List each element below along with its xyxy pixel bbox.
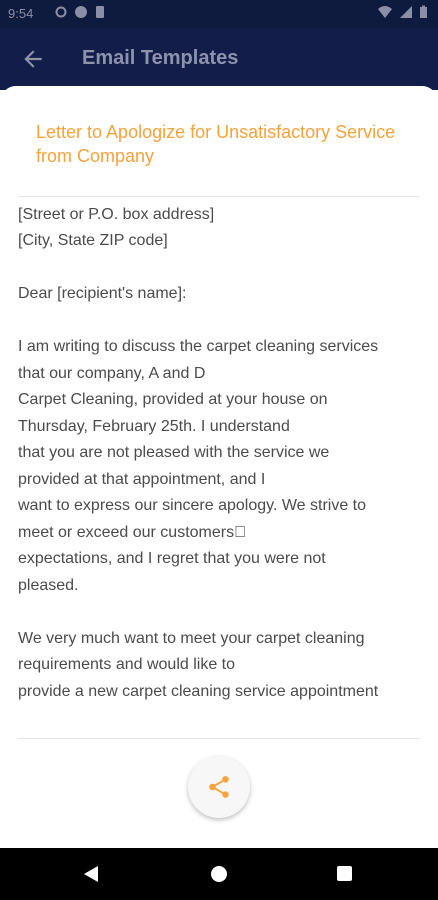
body-line <box>18 255 428 282</box>
body-line: provide a new carpet cleaning service ap… <box>18 682 379 700</box>
sync-status-icon <box>75 6 87 18</box>
battery-icon <box>420 5 427 18</box>
body-line <box>18 599 428 626</box>
status-bar: 9:54 <box>0 0 438 28</box>
share-button[interactable] <box>188 756 250 818</box>
template-title: Letter to Apologize for Unsatisfactory S… <box>36 122 396 166</box>
status-notification-icons <box>54 5 106 19</box>
nav-back-icon[interactable] <box>82 864 100 884</box>
body-line: want to express our sincere apology. We … <box>18 497 367 514</box>
body-line: meet or exceed our customers  <box>18 523 247 541</box>
template-body-scroll[interactable]: [Company name][Street or P.O. box addres… <box>18 198 428 738</box>
nav-home-icon[interactable] <box>211 866 227 882</box>
body-line: that our company, A and D <box>18 364 206 382</box>
body-line: provided at that appointment, and I <box>18 470 266 488</box>
template-sheet: Letter to Apologize for Unsatisfactory S… <box>0 86 438 848</box>
status-time: 9:54 <box>8 6 34 21</box>
body-line <box>18 308 428 335</box>
body-line: [Street or P.O. box address] <box>18 205 215 223</box>
template-body-text: [Company name][Street or P.O. box addres… <box>18 198 428 705</box>
body-line: requirements and would like to <box>18 656 236 673</box>
body-line: that you are not pleased with the servic… <box>18 444 330 461</box>
settings-status-icon <box>55 6 67 18</box>
signal-icon <box>400 6 412 18</box>
body-line: I am writing to discuss the carpet clean… <box>18 338 379 355</box>
top-divider <box>18 196 420 197</box>
body-line: Carpet Cleaning, provided at your house … <box>18 391 328 408</box>
app-bar-title: Email Templates <box>82 47 239 69</box>
arrow-left-icon[interactable] <box>20 46 46 72</box>
status-system-icons <box>377 5 428 19</box>
share-icon <box>209 776 229 798</box>
wifi-icon <box>378 6 392 18</box>
body-line: We very much want to meet your carpet cl… <box>18 629 365 647</box>
bottom-divider <box>18 738 420 739</box>
nav-recents-icon[interactable] <box>337 866 352 881</box>
body-line: expectations, and I regret that you were… <box>18 550 326 567</box>
body-line: Dear [recipient's name]: <box>18 285 187 302</box>
sd-card-status-icon <box>96 6 104 18</box>
system-nav-bar <box>0 848 438 900</box>
body-line: pleased. <box>18 576 79 594</box>
body-line: [City, State ZIP code] <box>18 232 168 249</box>
body-line: Thursday, February 25th. I understand <box>18 417 290 435</box>
app-bar: Email Templates <box>0 28 438 90</box>
